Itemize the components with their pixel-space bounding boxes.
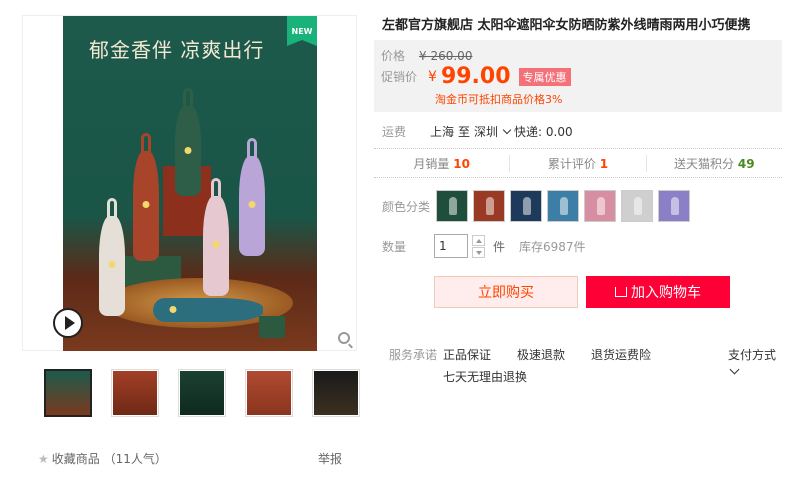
increment-button[interactable] bbox=[472, 234, 485, 246]
original-price: ¥ 260.00 bbox=[419, 48, 473, 63]
add-to-cart-label: 加入购物车 bbox=[631, 285, 701, 301]
service-item[interactable]: 七天无理由退换 bbox=[443, 368, 527, 385]
report-link[interactable]: 举报 bbox=[318, 450, 342, 467]
thumbnail[interactable] bbox=[245, 369, 293, 417]
monthly-sales: 月销量 10 bbox=[374, 154, 511, 172]
ship-to-select[interactable]: 深圳 bbox=[474, 123, 498, 140]
buy-now-button[interactable]: 立即购买 bbox=[434, 276, 578, 308]
small-box bbox=[259, 316, 285, 338]
umbrella-icon bbox=[523, 197, 531, 215]
total-reviews[interactable]: 累计评价 1 bbox=[510, 154, 647, 172]
color-label: 颜色分类 bbox=[382, 199, 431, 214]
main-product-image[interactable]: 郁金香伴 凉爽出行 NEW bbox=[22, 15, 357, 351]
thumbnail[interactable] bbox=[178, 369, 226, 417]
hero-title: 郁金香伴 凉爽出行 bbox=[89, 38, 265, 62]
umbrella-red bbox=[133, 133, 159, 261]
promo-tag: 专属优惠 bbox=[518, 67, 571, 86]
product-title: 左都官方旗舰店 太阳伞遮阳伞女防晒防紫外线晴雨两用小巧便携 bbox=[382, 18, 751, 33]
currency-symbol: ¥ bbox=[428, 68, 437, 85]
color-swatch[interactable] bbox=[584, 190, 616, 222]
umbrella-icon bbox=[671, 197, 679, 215]
color-swatch[interactable] bbox=[510, 190, 542, 222]
add-to-cart-button[interactable]: 加入购物车 bbox=[586, 276, 730, 308]
cart-icon bbox=[615, 287, 627, 297]
quantity-unit: 件 bbox=[493, 239, 506, 254]
quantity-row: 数量 1 件 库存6987件 bbox=[382, 234, 586, 258]
shipping-label: 运费 bbox=[382, 125, 407, 139]
color-swatch[interactable] bbox=[436, 190, 468, 222]
decrement-button[interactable] bbox=[472, 246, 485, 258]
umbrella-teal bbox=[153, 298, 263, 322]
umbrella-icon bbox=[634, 197, 642, 215]
color-swatch[interactable] bbox=[473, 190, 505, 222]
thumbnail-strip bbox=[44, 369, 360, 417]
favorite-label: 收藏商品 bbox=[51, 452, 100, 466]
promo-price: 99.00 bbox=[440, 64, 511, 89]
thumbnail[interactable] bbox=[312, 369, 360, 417]
quantity-label: 数量 bbox=[382, 239, 407, 254]
play-video-button[interactable] bbox=[53, 308, 83, 338]
thumbnail[interactable] bbox=[111, 369, 159, 417]
umbrella-purple bbox=[239, 138, 265, 256]
chevron-down-icon[interactable] bbox=[502, 125, 512, 135]
favorite-link[interactable]: ★ 收藏商品 （11人气） bbox=[38, 450, 167, 467]
express-fee: 快递: 0.00 bbox=[514, 125, 573, 139]
shipping-row: 运费 上海 至 深圳 快递: 0.00 bbox=[382, 123, 577, 140]
coins-note: 淘金币可抵扣商品价格3% bbox=[435, 93, 563, 106]
umbrella-icon bbox=[449, 197, 457, 215]
umbrella-icon bbox=[560, 197, 568, 215]
hero-photo: 郁金香伴 凉爽出行 NEW bbox=[63, 16, 317, 351]
ship-to-word: 至 bbox=[458, 125, 471, 139]
stock-count: 库存6987件 bbox=[519, 239, 586, 254]
quantity-input[interactable]: 1 bbox=[434, 234, 468, 258]
zoom-icon[interactable] bbox=[338, 332, 350, 344]
quantity-stepper bbox=[472, 234, 485, 258]
price-panel: 价格 ¥ 260.00 促销价 ¥ 99.00 专属优惠 淘金币可抵扣商品价格3… bbox=[374, 40, 782, 112]
chevron-down-icon[interactable] bbox=[729, 364, 740, 375]
star-icon: ★ bbox=[38, 452, 49, 466]
color-swatch[interactable] bbox=[547, 190, 579, 222]
ship-from: 上海 bbox=[430, 125, 455, 139]
promo-label: 促销价 bbox=[381, 70, 418, 84]
service-item[interactable]: 退货运费险 bbox=[591, 346, 651, 363]
new-badge: NEW bbox=[287, 16, 317, 46]
umbrella-green bbox=[175, 88, 201, 196]
price-label: 价格 bbox=[381, 49, 406, 63]
stats-bar: 月销量 10 累计评价 1 送天猫积分 49 bbox=[374, 148, 782, 178]
tmall-points: 送天猫积分 49 bbox=[674, 156, 755, 171]
umbrella-icon bbox=[486, 197, 494, 215]
service-item[interactable]: 正品保证 bbox=[443, 346, 491, 363]
thumbnail[interactable] bbox=[44, 369, 92, 417]
service-promises: 服务承诺 正品保证 极速退款 退货运费险七天无理由退换 bbox=[389, 346, 683, 385]
umbrella-pink bbox=[203, 178, 229, 296]
service-item[interactable]: 极速退款 bbox=[517, 346, 565, 363]
favorite-popularity: （11人气） bbox=[103, 452, 167, 466]
umbrella-icon bbox=[597, 197, 605, 215]
payment-methods[interactable]: 支付方式 bbox=[728, 346, 776, 363]
color-options: 颜色分类 bbox=[382, 190, 695, 222]
color-swatch[interactable] bbox=[658, 190, 690, 222]
umbrella-white bbox=[99, 198, 125, 316]
color-swatch[interactable] bbox=[621, 190, 653, 222]
service-label: 服务承诺 bbox=[389, 348, 438, 362]
